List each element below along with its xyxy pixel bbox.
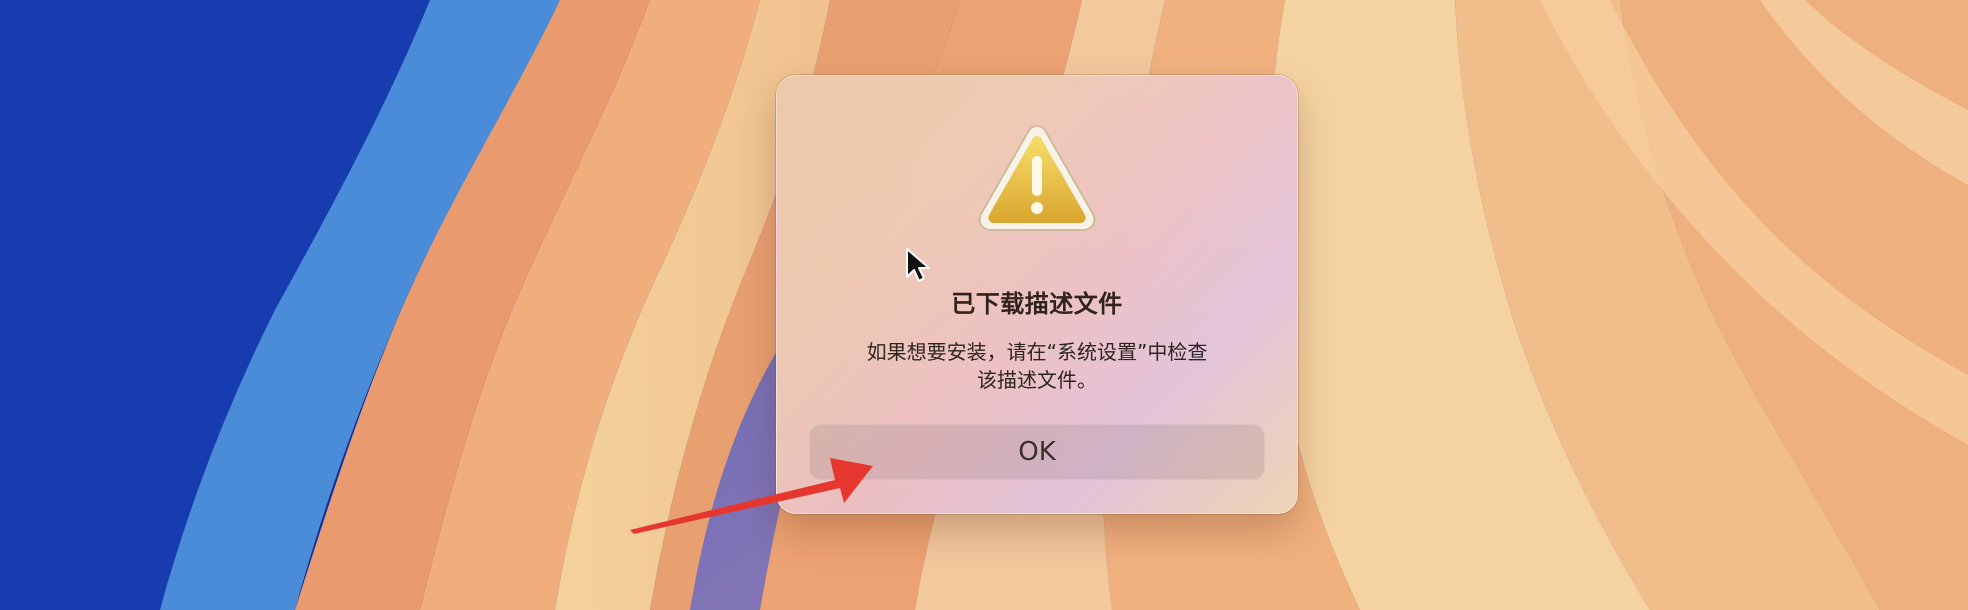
dialog-message-line-1: 如果想要安装，请在“系统设置”中检查 (866, 340, 1208, 364)
dialog-title: 已下载描述文件 (951, 290, 1123, 318)
desktop-background: 已下载描述文件 如果想要安装，请在“系统设置”中检查 该描述文件。 OK (0, 0, 1968, 610)
mouse-pointer-icon (906, 248, 930, 282)
annotation-arrow-icon (630, 458, 873, 534)
warning-icon (978, 124, 1096, 231)
dialog-message-line-2: 该描述文件。 (977, 368, 1097, 392)
dialog-message: 如果想要安装，请在“系统设置”中检查 该描述文件。 (832, 338, 1242, 394)
